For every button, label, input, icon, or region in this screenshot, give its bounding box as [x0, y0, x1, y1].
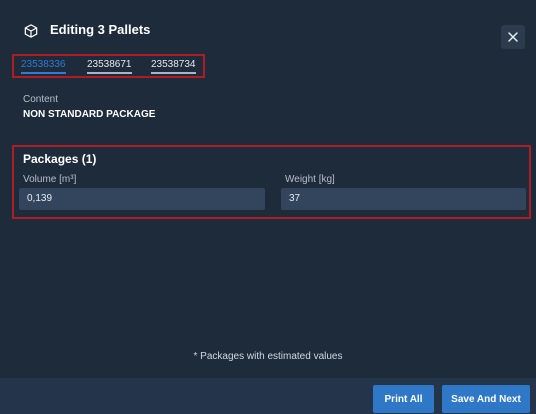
estimated-values-footnote: * Packages with estimated values [193, 351, 343, 362]
tab-pallet-1[interactable]: 23538336 [21, 59, 66, 74]
save-and-next-button[interactable]: Save And Next [442, 385, 530, 413]
close-icon [508, 32, 518, 42]
tab-pallet-3[interactable]: 23538734 [151, 59, 196, 74]
content-value: NON STANDARD PACKAGE [23, 109, 156, 120]
weight-field[interactable]: 37 [281, 188, 526, 210]
tab-pallet-2[interactable]: 23538671 [87, 59, 132, 74]
modal-title: Editing 3 Pallets [50, 22, 151, 37]
weight-label: Weight [kg] [285, 174, 335, 185]
volume-field[interactable]: 0,139 [19, 188, 265, 210]
packages-title: Packages (1) [23, 152, 97, 166]
package-icon [24, 24, 38, 38]
volume-label: Volume [m³] [23, 174, 77, 185]
edit-pallets-modal: Editing 3 Pallets 23538336 23538671 2353… [0, 0, 536, 414]
close-button[interactable] [501, 25, 525, 49]
content-label: Content [23, 94, 59, 105]
print-all-button[interactable]: Print All [373, 385, 434, 413]
